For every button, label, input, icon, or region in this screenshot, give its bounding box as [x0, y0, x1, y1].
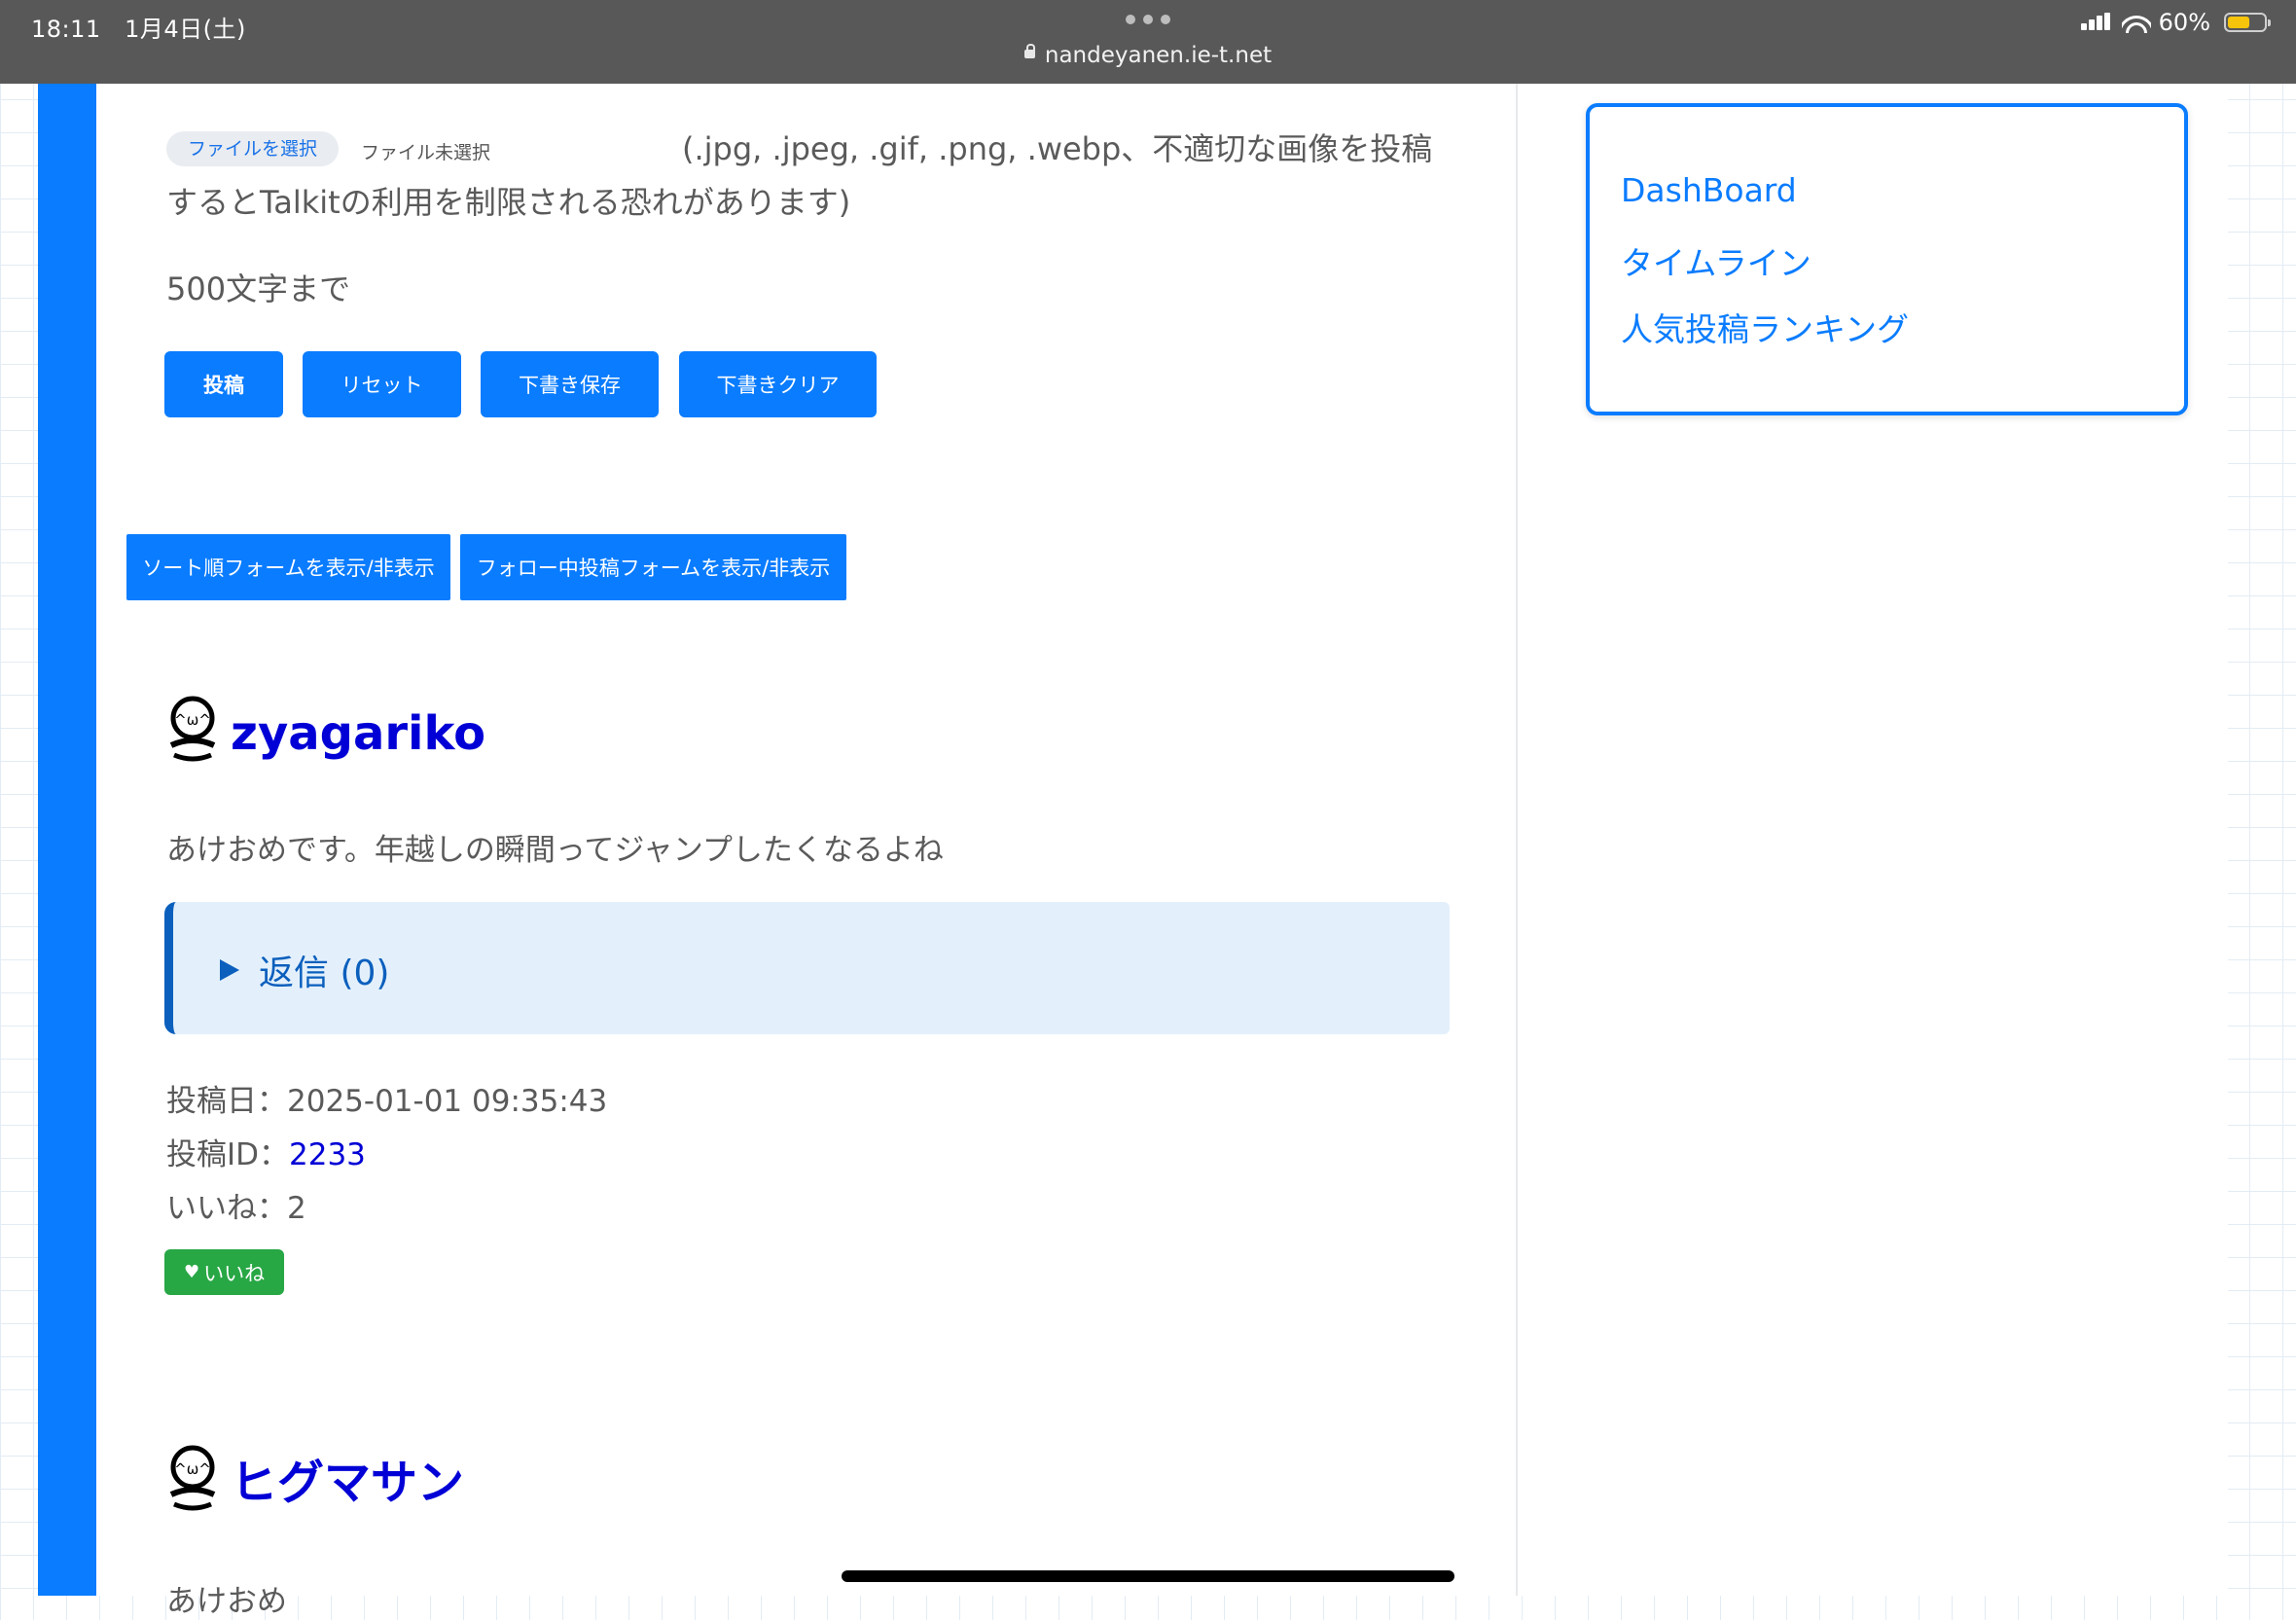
home-indicator[interactable]	[842, 1570, 1454, 1582]
post-author-link[interactable]: ヒグマサン	[231, 1454, 464, 1512]
left-accent-bar	[38, 84, 96, 1596]
post-likes-count: 2	[287, 1191, 306, 1226]
draft-clear-button[interactable]: 下書きクリア	[679, 351, 877, 417]
cellular-signal-icon	[2080, 13, 2114, 32]
disclosure-triangle-icon	[220, 959, 239, 981]
post-date-label: 投稿日：	[166, 1084, 287, 1119]
post-body: あけおめ	[166, 1584, 287, 1619]
like-button[interactable]: ♥ いいね	[164, 1249, 285, 1295]
svg-text:^ω^: ^ω^	[174, 1460, 211, 1478]
sidebar-nav: DashBoard タイムライン 人気投稿ランキング	[1586, 103, 2188, 415]
post-id-label: 投稿ID：	[166, 1137, 290, 1172]
battery-level	[2228, 17, 2249, 28]
address-bar[interactable]: nandeyanen.ie-t.net	[0, 43, 2296, 68]
wifi-icon	[2121, 12, 2151, 33]
reply-label: 返信 (0)	[259, 954, 390, 993]
reply-section[interactable]: 返信 (0)	[164, 902, 1450, 1034]
status-time: 18:11 1月4日(土)	[31, 10, 246, 44]
nav-link-popular-ranking[interactable]: 人気投稿ランキング	[1621, 304, 1909, 350]
heart-icon: ♥	[184, 1262, 200, 1282]
battery-icon	[2224, 13, 2271, 32]
post-date: 投稿日：2025-01-01 09:35:43	[166, 1076, 607, 1120]
clock-time: 18:11	[31, 16, 101, 43]
draft-save-button[interactable]: 下書き保存	[481, 351, 659, 417]
post-id-link[interactable]: 2233	[289, 1137, 366, 1172]
like-button-label: いいね	[203, 1261, 266, 1285]
sort-form-toggle-button[interactable]: ソート順フォームを表示/非表示	[126, 534, 450, 600]
file-format-note: (.jpg, .jpeg, .gif, .png, .webp、不適切な画像を投…	[166, 130, 1433, 221]
status-indicators: 60%	[2080, 8, 2271, 37]
post-header: ^ω^ zyagariko	[166, 695, 485, 763]
clock-date: 1月4日(土)	[125, 16, 246, 43]
lock-icon	[1023, 44, 1035, 58]
nav-link-timeline[interactable]: タイムライン	[1621, 237, 1812, 284]
post-date-value: 2025-01-01 09:35:43	[287, 1084, 608, 1119]
post-id: 投稿ID：2233	[166, 1130, 366, 1173]
post-button[interactable]: 投稿	[164, 351, 283, 417]
url-text: nandeyanen.ie-t.net	[1044, 43, 1273, 68]
more-options-icon[interactable]	[1126, 15, 1170, 28]
status-bar: 18:11 1月4日(土) nandeyanen.ie-t.net 60%	[0, 0, 2296, 84]
post-author-link[interactable]: zyagariko	[231, 704, 485, 763]
kaomoji-avatar-icon: ^ω^	[169, 696, 216, 762]
post-likes: いいね：2	[166, 1183, 306, 1227]
file-status-text: ファイル未選択	[361, 142, 491, 163]
post-body: あけおめです。年越しの瞬間ってジャンプしたくなるよね	[166, 833, 944, 868]
char-limit-text: 500文字まで	[166, 270, 351, 307]
column-divider	[1516, 84, 1545, 1596]
nav-link-dashboard[interactable]: DashBoard	[1621, 171, 1797, 209]
file-select-button[interactable]: ファイルを選択	[166, 131, 340, 166]
follow-form-toggle-button[interactable]: フォロー中投稿フォームを表示/非表示	[460, 534, 846, 600]
battery-percent: 60%	[2158, 9, 2210, 36]
svg-text:^ω^: ^ω^	[174, 711, 211, 729]
post-header: ^ω^ ヒグマサン	[166, 1444, 464, 1512]
reply-toggle[interactable]: 返信 (0)	[220, 945, 389, 995]
kaomoji-avatar-icon: ^ω^	[169, 1445, 216, 1511]
reset-button[interactable]: リセット	[303, 351, 461, 417]
post-likes-label: いいね：	[166, 1191, 287, 1226]
